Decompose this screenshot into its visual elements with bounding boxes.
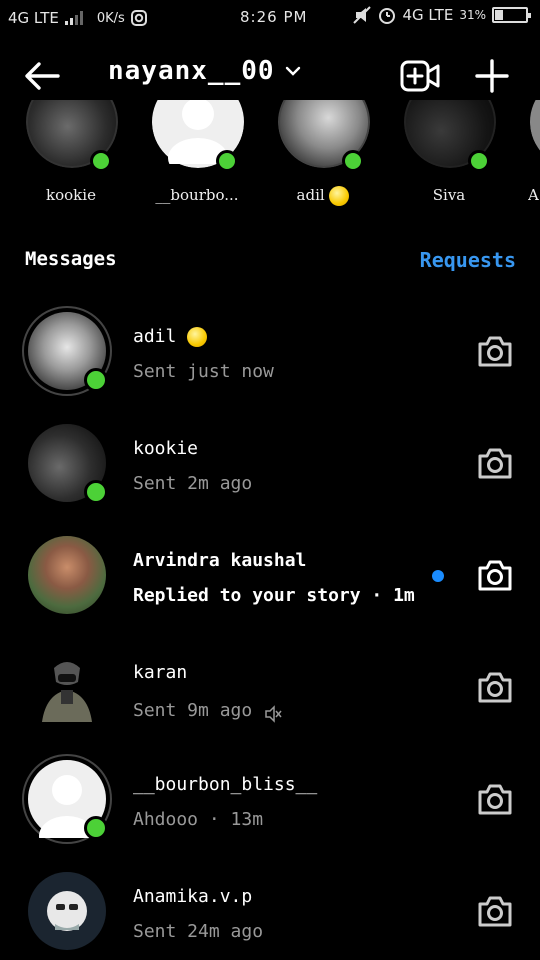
online-indicator bbox=[84, 368, 108, 392]
clock: 8:26 PM bbox=[240, 8, 308, 26]
conversation-name: karan bbox=[133, 662, 188, 683]
account-switcher[interactable]: nayanx__00 bbox=[108, 56, 301, 86]
camera-icon[interactable] bbox=[476, 558, 514, 592]
story-label: __bourbo... bbox=[155, 186, 239, 204]
instagram-notification-icon bbox=[130, 10, 147, 26]
conversation-name: Anamika.v.p bbox=[133, 886, 253, 907]
camera-icon[interactable] bbox=[476, 334, 514, 368]
messages-heading: Messages bbox=[25, 248, 117, 270]
signal-icon bbox=[64, 11, 83, 25]
conversation-row[interactable]: kookie Sent 2m ago bbox=[0, 408, 540, 520]
avatar bbox=[24, 868, 110, 954]
story-label: kookie bbox=[46, 186, 96, 204]
avatar bbox=[24, 532, 110, 618]
chevron-down-icon bbox=[285, 66, 300, 76]
online-indicator bbox=[84, 816, 108, 840]
conversation-preview: Sent 2m ago bbox=[133, 473, 253, 494]
muted-speaker-icon bbox=[265, 705, 282, 723]
story-item[interactable]: adil bbox=[268, 100, 378, 218]
network-label-left: 4G LTE bbox=[8, 9, 59, 27]
status-bar: 4G LTE 0K/s 8:26 PM 4G LTE 31% bbox=[0, 0, 540, 36]
camera-icon[interactable] bbox=[476, 894, 514, 928]
unread-indicator bbox=[432, 570, 444, 582]
camera-icon[interactable] bbox=[476, 446, 514, 480]
online-indicator bbox=[216, 150, 238, 172]
alarm-icon bbox=[379, 8, 396, 24]
lollipop-emoji-icon bbox=[329, 186, 350, 206]
active-stories-row: kookie __bourbo... adil Siva A bbox=[0, 100, 540, 218]
story-label: Siva bbox=[432, 186, 466, 204]
conversation-preview: Ahdooo · 13m bbox=[133, 809, 264, 830]
page-title: nayanx__00 bbox=[108, 56, 275, 86]
conversation-name: adil bbox=[133, 326, 177, 347]
battery-icon bbox=[492, 7, 531, 23]
conversation-row[interactable]: karan Sent 9m ago bbox=[0, 632, 540, 744]
online-indicator bbox=[468, 150, 490, 172]
avatar bbox=[22, 754, 112, 844]
camera-icon[interactable] bbox=[476, 782, 514, 816]
conversation-preview: Sent 24m ago bbox=[133, 921, 264, 942]
story-item[interactable]: __bourbo... bbox=[142, 100, 252, 218]
speed-label: 0K/s bbox=[96, 10, 125, 26]
story-label: A bbox=[528, 186, 539, 204]
story-item[interactable]: Siva bbox=[394, 100, 504, 218]
camera-icon[interactable] bbox=[476, 670, 514, 704]
new-video-room-icon[interactable] bbox=[400, 58, 440, 94]
back-arrow-icon[interactable] bbox=[22, 60, 62, 92]
conversation-name: kookie bbox=[133, 438, 199, 459]
avatar bbox=[24, 644, 110, 730]
mute-notification-icon bbox=[353, 6, 372, 24]
conversation-row[interactable]: __bourbon_bliss__ Ahdooo · 13m bbox=[0, 744, 540, 856]
new-message-plus-icon[interactable] bbox=[474, 58, 510, 94]
character-avatar-icon bbox=[47, 891, 87, 931]
network-label-right: 4G LTE bbox=[402, 6, 454, 24]
online-indicator bbox=[90, 150, 112, 172]
top-bar: nayanx__00 bbox=[0, 48, 540, 104]
conversation-row[interactable]: Anamika.v.p Sent 24m ago bbox=[0, 856, 540, 960]
conversation-preview: Sent 9m ago bbox=[133, 699, 253, 721]
avatar bbox=[24, 420, 110, 506]
character-avatar-icon bbox=[42, 662, 92, 722]
online-indicator bbox=[84, 480, 108, 504]
story-item[interactable]: A bbox=[520, 100, 540, 218]
lollipop-emoji-icon bbox=[187, 327, 208, 347]
online-indicator bbox=[342, 150, 364, 172]
story-item[interactable]: kookie bbox=[16, 100, 126, 218]
conversation-name: __bourbon_bliss__ bbox=[133, 774, 318, 795]
conversation-row[interactable]: Arvindra kaushal Replied to your story ·… bbox=[0, 520, 540, 632]
story-label: adil bbox=[296, 186, 325, 204]
battery-percent: 31% bbox=[459, 8, 486, 22]
conversation-preview: Sent just now bbox=[133, 361, 274, 382]
avatar bbox=[22, 306, 112, 396]
conversation-preview: Replied to your story · 1m bbox=[133, 585, 415, 606]
requests-link[interactable]: Requests bbox=[420, 248, 516, 272]
conversation-row[interactable]: adil Sent just now bbox=[0, 296, 540, 408]
conversation-name: Arvindra kaushal bbox=[133, 550, 307, 571]
